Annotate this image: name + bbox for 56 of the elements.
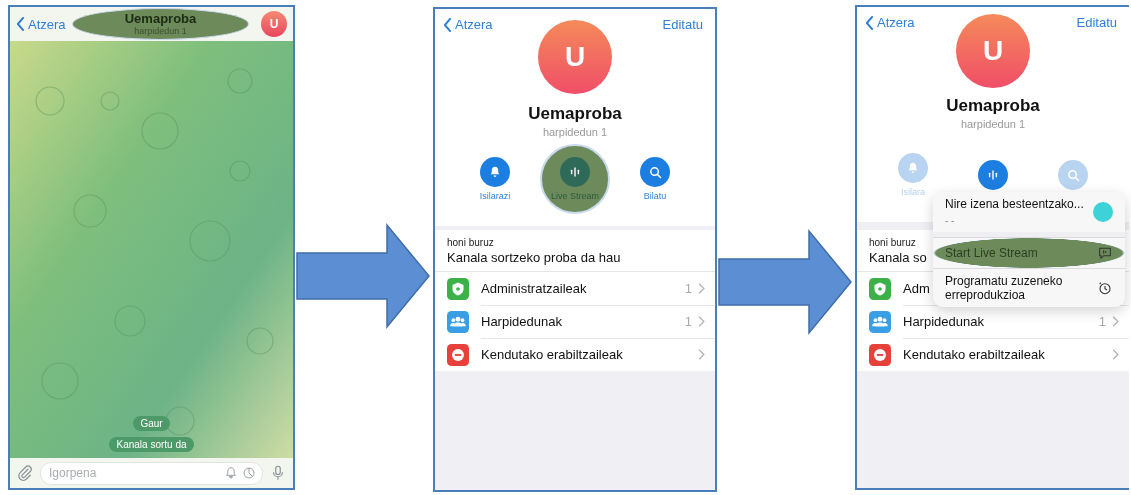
back-chevron-icon bbox=[443, 17, 452, 32]
item-count: 1 bbox=[684, 280, 692, 296]
chat-bubble-icon bbox=[1097, 245, 1113, 261]
subscriber-count: harpidedun 1 bbox=[959, 118, 1027, 130]
timer-icon[interactable] bbox=[242, 466, 256, 480]
attach-icon[interactable] bbox=[16, 464, 34, 482]
subscriber-count: harpidedun 1 bbox=[541, 126, 609, 138]
right-arrow-icon bbox=[295, 222, 431, 330]
minus-icon bbox=[869, 343, 891, 366]
about-text: Kanala so bbox=[869, 250, 927, 265]
back-link[interactable]: Atzera bbox=[28, 16, 66, 32]
menu-item[interactable]: Start Live Stream bbox=[933, 237, 1125, 268]
item-count: 1 bbox=[1098, 313, 1106, 329]
bell-icon bbox=[488, 165, 502, 179]
action-button[interactable]: Isilarazi bbox=[460, 144, 530, 214]
message-input[interactable]: Igorpena bbox=[47, 465, 220, 481]
sound-bars-icon bbox=[568, 165, 582, 179]
back-chevron-icon bbox=[16, 17, 25, 31]
menu-item[interactable]: Nire izena besteentzako... - - bbox=[933, 192, 1125, 232]
message-field[interactable]: Igorpena bbox=[40, 461, 263, 485]
menu-item[interactable]: Programatu zuzeneko erreprodukzioa bbox=[933, 268, 1125, 307]
search-icon bbox=[647, 164, 663, 180]
about-text: Kanala sortzeko proba da hau bbox=[447, 250, 621, 265]
account-avatar bbox=[1093, 202, 1113, 222]
search-icon bbox=[1065, 167, 1081, 183]
about-label: honi buruz bbox=[869, 237, 916, 248]
edit-link[interactable]: Editatu bbox=[1076, 15, 1117, 30]
bell-icon[interactable] bbox=[224, 466, 238, 480]
service-message: Gaur bbox=[133, 416, 170, 431]
people-icon bbox=[447, 310, 469, 333]
channel-name: Uemaproba bbox=[527, 104, 623, 124]
minus-icon bbox=[447, 343, 469, 366]
channel-name: Uemaproba bbox=[945, 96, 1041, 116]
list-item[interactable]: Kendutako erabiltzaileak bbox=[481, 347, 623, 362]
action-button[interactable]: Bilatu bbox=[620, 144, 690, 214]
edit-link[interactable]: Editatu bbox=[662, 17, 703, 32]
about-label: honi buruz bbox=[447, 237, 494, 248]
back-link[interactable]: Atzera bbox=[877, 15, 915, 30]
right-arrow-icon bbox=[717, 228, 853, 336]
back-link[interactable]: Atzera bbox=[455, 17, 493, 32]
sound-bars-icon bbox=[986, 168, 1000, 182]
service-message: Kanala sortu da bbox=[109, 437, 194, 452]
list-item[interactable]: Administratzaileak bbox=[481, 280, 587, 296]
chat-title: Uemaproba bbox=[124, 11, 197, 26]
shield-icon bbox=[869, 277, 891, 300]
shield-icon bbox=[447, 277, 469, 300]
item-count: 1 bbox=[684, 313, 692, 329]
bell-icon bbox=[906, 161, 920, 175]
list-item[interactable]: Kendutako erabiltzaileak bbox=[903, 347, 1045, 362]
list-item[interactable]: Adm bbox=[903, 280, 930, 296]
avatar[interactable]: U bbox=[261, 11, 287, 37]
people-icon bbox=[869, 310, 891, 333]
list-item[interactable]: Harpidedunak bbox=[481, 313, 562, 329]
list-item[interactable]: Harpidedunak bbox=[903, 313, 984, 329]
timer-icon bbox=[1097, 280, 1113, 296]
back-chevron-icon bbox=[865, 15, 874, 30]
